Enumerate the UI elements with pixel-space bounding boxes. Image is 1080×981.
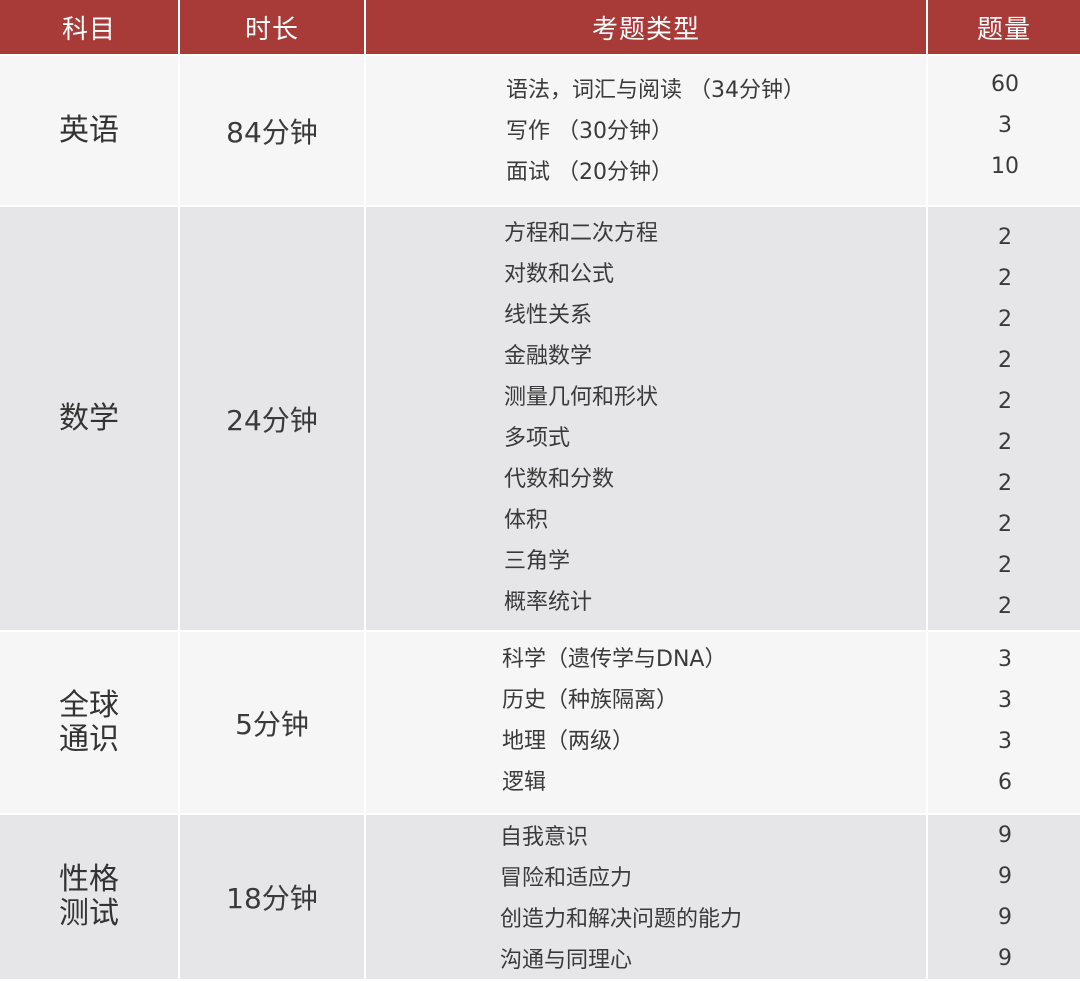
question-count-list: 60 3 10 (930, 64, 1080, 187)
question-count-item: 9 (998, 946, 1012, 971)
question-type-item: 写作 （30分钟） (506, 119, 673, 144)
subject-label: 数学 (59, 400, 119, 436)
question-type-item: 自我意识 (500, 825, 589, 850)
question-type-item: 概率统计 (504, 590, 593, 615)
question-type-item: 面试 （20分钟） (506, 160, 673, 185)
question-type-item: 逻辑 (502, 770, 547, 795)
question-count-item: 2 (998, 430, 1012, 455)
question-count-list: 9 9 9 9 (930, 815, 1080, 979)
question-type-item: 语法，词汇与阅读 （34分钟） (506, 78, 805, 103)
duration-cell: 5分钟 (180, 632, 366, 815)
exam-structure-table: 科目 时长 考题类型 题量 英语 84分钟 语法，词汇与阅读 （34分钟） 写作 （3… (0, 0, 1080, 981)
duration-cell: 18分钟 (180, 815, 366, 981)
question-count-item: 3 (998, 647, 1012, 672)
header-duration: 时长 (180, 0, 366, 56)
duration-cell: 84分钟 (180, 56, 366, 207)
subject-label: 性格测试 (59, 862, 119, 931)
header-count: 题量 (928, 0, 1080, 56)
question-count-item: 2 (998, 471, 1012, 496)
subject-label: 全球通识 (59, 687, 119, 757)
question-type-list: 自我意识冒险和适应力创造力和解决问题的能力 沟通与同理心 (500, 817, 926, 981)
question-count-item: 2 (998, 266, 1012, 291)
question-count-item: 9 (998, 823, 1012, 848)
question-type-item: 历史（种族隔离） (502, 688, 679, 713)
question-type-item: 金融数学 (504, 344, 593, 369)
duration-label: 18分钟 (226, 882, 318, 915)
question-count-item: 3 (998, 688, 1012, 713)
question-count-item: 2 (998, 512, 1012, 537)
question-types-cell: 自我意识冒险和适应力创造力和解决问题的能力 沟通与同理心 (366, 815, 928, 981)
subject-label: 英语 (59, 112, 119, 148)
question-count-cell: 2 2 2 2 2 2 2 2 2 2 (928, 207, 1080, 632)
duration-label: 5分钟 (235, 707, 309, 741)
question-types-cell: 方程和二次方程 对数和公式线性关系金融数学测量几何和形状 多项式代数和分数体积三角学… (366, 207, 928, 632)
question-type-item: 多项式 (504, 426, 571, 451)
question-type-item: 三角学 (504, 549, 571, 574)
header-question-types: 考题类型 (366, 0, 928, 56)
subject-cell: 英语 (0, 56, 180, 207)
question-type-item: 线性关系 (504, 303, 593, 328)
header-subject: 科目 (0, 0, 180, 56)
question-count-item: 2 (998, 307, 1012, 332)
question-type-list: 语法，词汇与阅读 （34分钟） 写作 （30分钟） 面试 （20分钟） (506, 70, 926, 193)
question-count-item: 60 (991, 72, 1019, 97)
question-type-item: 测量几何和形状 (504, 385, 659, 410)
duration-label: 84分钟 (226, 115, 318, 149)
question-count-item: 10 (991, 154, 1019, 179)
question-count-item: 2 (998, 389, 1012, 414)
duration-label: 24分钟 (226, 403, 318, 437)
question-type-item: 对数和公式 (504, 262, 615, 287)
question-count-item: 6 (998, 770, 1012, 795)
question-count-item: 3 (998, 113, 1012, 138)
question-type-list: 方程和二次方程 对数和公式线性关系金融数学测量几何和形状 多项式代数和分数体积三角学… (504, 213, 926, 623)
question-count-list: 3 3 3 6 (930, 639, 1080, 803)
question-type-list: 科学（遗传学与DNA） 历史（种族隔离） 地理（两级） 逻辑 (502, 639, 926, 803)
subject-cell: 数学 (0, 207, 180, 632)
duration-cell: 24分钟 (180, 207, 366, 632)
subject-cell: 性格测试 (0, 815, 180, 981)
question-type-item: 沟通与同理心 (500, 948, 633, 973)
question-types-cell: 语法，词汇与阅读 （34分钟） 写作 （30分钟） 面试 （20分钟） (366, 56, 928, 207)
question-count-list: 2 2 2 2 2 2 2 2 2 2 (930, 217, 1080, 627)
question-count-item: 9 (998, 864, 1012, 889)
question-type-item: 地理（两级） (502, 729, 635, 754)
question-type-item: 方程和二次方程 (504, 221, 659, 246)
question-count-item: 9 (998, 905, 1012, 930)
question-count-item: 2 (998, 553, 1012, 578)
subject-cell: 全球通识 (0, 632, 180, 815)
question-type-item: 代数和分数 (504, 467, 615, 492)
question-count-cell: 60 3 10 (928, 56, 1080, 207)
question-count-item: 2 (998, 594, 1012, 619)
question-type-item: 创造力和解决问题的能力 (500, 907, 743, 932)
question-count-item: 3 (998, 729, 1012, 754)
question-types-cell: 科学（遗传学与DNA） 历史（种族隔离） 地理（两级） 逻辑 (366, 632, 928, 815)
question-type-item: 科学（遗传学与DNA） (502, 647, 727, 672)
question-count-cell: 9 9 9 9 (928, 815, 1080, 981)
question-type-item: 冒险和适应力 (500, 866, 633, 891)
question-count-cell: 3 3 3 6 (928, 632, 1080, 815)
question-type-item: 体积 (504, 508, 549, 533)
question-count-item: 2 (998, 225, 1012, 250)
question-count-item: 2 (998, 348, 1012, 373)
